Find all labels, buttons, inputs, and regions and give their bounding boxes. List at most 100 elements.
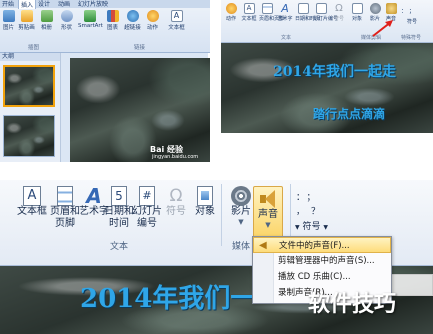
object-label: 对象 <box>351 16 362 22</box>
omega-icon: Ω <box>169 186 183 206</box>
slide-number-button[interactable]: # 幻灯片 编号 <box>132 186 162 230</box>
speaker-icon <box>385 3 397 14</box>
special-mark-comma-question[interactable]: ，？ <box>296 204 326 217</box>
ribbon: 动作 A 文本框 页眉和页脚 A 艺术字 日期和时间 幻灯片编号 Ω 符号 对象 <box>221 0 433 43</box>
ribbon: 开始 插入 设计 动画 幻灯片放映 图片 剪贴画 相册 形状 SmartArt <box>0 0 210 53</box>
textbox-label: 文本框 <box>17 206 47 217</box>
slide-canvas[interactable] <box>70 58 210 162</box>
symbol-label: 符号 <box>166 206 186 217</box>
picture-icon <box>2 10 15 22</box>
clipart-label: 剪贴画 <box>18 25 35 31</box>
object-button[interactable]: 对象 <box>192 186 218 218</box>
globe-icon <box>126 10 139 22</box>
tab-animation[interactable]: 动画 <box>58 0 70 8</box>
header-footer-label: 页眉和页脚 <box>259 16 285 22</box>
action-label: 动作 <box>225 16 236 22</box>
album-button[interactable]: 相册 <box>38 10 55 31</box>
ribbon-tabs: 开始 插入 设计 动画 幻灯片放映 <box>0 0 210 9</box>
symbol-dropdown[interactable]: 符号 <box>407 18 417 25</box>
red-arrow-annotation <box>372 20 393 37</box>
watermark-text: 软件技巧 <box>308 292 397 317</box>
slide-thumbnail-2[interactable] <box>3 115 55 157</box>
calendar-icon: 5 <box>111 186 127 206</box>
header-footer-icon <box>57 186 73 206</box>
special-marks: ： ； <box>401 8 415 15</box>
album-icon <box>40 10 53 22</box>
header-footer-button[interactable]: 页眉和页脚 <box>259 3 285 22</box>
menu-item-sound-from-file[interactable]: ◀ 文件中的声音(F)... <box>253 237 391 253</box>
group-links-label: 链接 <box>134 45 146 51</box>
clipart-button[interactable]: 剪贴画 <box>18 10 35 31</box>
datetime-button[interactable]: 日期和时间 <box>295 3 321 22</box>
object-button[interactable]: 对象 <box>349 3 365 22</box>
menu-item-play-cd[interactable]: 播放 CD 乐曲(C)... <box>253 269 391 285</box>
slide-canvas[interactable]: 2014年我们一起走 踏行点点滴滴 <box>221 43 433 133</box>
special-symbol-dropdown[interactable]: ▼ 符号 ▼ <box>295 219 328 232</box>
slide-thumbnail-1[interactable] <box>3 65 55 107</box>
film-reel-icon <box>231 186 251 206</box>
action-button[interactable]: 动作 <box>223 3 239 22</box>
symbol-button[interactable]: Ω 符号 <box>164 186 188 218</box>
textbox-button[interactable]: A 文本框 <box>168 10 185 31</box>
screenshot-panel-insert-ribbon-right: 动作 A 文本框 页眉和页脚 A 艺术字 日期和时间 幻灯片编号 Ω 符号 对象 <box>221 0 433 133</box>
shapes-button[interactable]: 形状 <box>58 10 75 31</box>
hyperlink-label: 超链接 <box>124 25 141 31</box>
sound-dropdown-arrow[interactable]: ▼ <box>254 221 282 229</box>
album-label: 相册 <box>40 25 52 31</box>
wordart-button[interactable]: A 艺术字 <box>277 3 293 22</box>
slide-number-icon <box>315 3 327 14</box>
smartart-label: SmartArt <box>78 23 103 29</box>
slide-subtitle: 踏行点点滴滴 <box>313 107 386 121</box>
textbox-button[interactable]: A 文本框 <box>241 3 257 22</box>
action-button[interactable]: 动作 <box>144 10 161 31</box>
datetime-button[interactable]: 5 日期和 时间 <box>104 186 134 230</box>
group-illustrations-label: 插图 <box>28 45 40 51</box>
omega-icon: Ω <box>335 3 343 14</box>
picture-button[interactable]: 图片 <box>0 10 17 31</box>
textbox-button[interactable]: A 文本框 <box>14 186 50 218</box>
special-mark-colon-semicolon[interactable]: ：； <box>296 190 322 203</box>
dropdown-arrow-icon: ▼ <box>323 224 329 231</box>
outline-tab[interactable]: 大纲 <box>0 53 60 61</box>
speaker-icon: ◀ <box>259 240 267 251</box>
sound-label: 声音 <box>258 209 278 220</box>
film-reel-icon <box>369 3 381 14</box>
dropdown-arrow-icon: ▼ <box>295 224 300 231</box>
smartart-button[interactable]: SmartArt <box>78 10 103 29</box>
textbox-label: 文本框 <box>168 25 185 31</box>
action-star-icon <box>225 3 237 14</box>
screenshot-panel-insert-ribbon-left: 开始 插入 设计 动画 幻灯片放映 图片 剪贴画 相册 形状 SmartArt <box>0 0 210 162</box>
datetime-label: 日期和时间 <box>295 16 321 22</box>
slide-number-button[interactable]: 幻灯片编号 <box>313 3 339 22</box>
slide-number-label: 幻灯片编号 <box>313 16 339 22</box>
symbol-label: 符号 <box>333 16 344 22</box>
shapes-label: 形状 <box>60 25 72 31</box>
tab-slideshow[interactable]: 幻灯片放映 <box>78 0 108 8</box>
group-media-label: 媒体 <box>232 242 251 252</box>
picture-label: 图片 <box>2 25 14 31</box>
tab-design[interactable]: 设计 <box>38 0 50 8</box>
menu-item-clip-organizer[interactable]: 剪辑管理器中的声音(S)... <box>253 253 391 269</box>
sound-button[interactable]: 声音 ▼ <box>253 186 283 238</box>
group-separator <box>221 184 222 246</box>
slide-number-label: 幻灯片 编号 <box>132 206 162 229</box>
movie-button[interactable]: 影片 ▼ <box>227 186 255 226</box>
symbol-button[interactable]: Ω 符号 <box>331 3 347 22</box>
hyperlink-button[interactable]: 超链接 <box>124 10 141 31</box>
tab-home[interactable]: 开始 <box>2 0 14 8</box>
wordart-icon: A <box>86 184 102 208</box>
header-footer-icon <box>261 3 273 14</box>
smartart-icon <box>84 10 96 22</box>
group-special-label: 特殊符号 <box>401 35 422 41</box>
wordart-icon: A <box>281 2 289 15</box>
calendar-icon <box>297 3 309 14</box>
object-label: 对象 <box>195 206 215 217</box>
action-star-icon <box>146 10 159 22</box>
chart-label: 图表 <box>106 25 118 31</box>
tab-insert[interactable]: 插入 <box>18 0 37 9</box>
shapes-icon <box>60 10 73 22</box>
action-label: 动作 <box>146 25 158 31</box>
movie-dropdown-arrow[interactable]: ▼ <box>227 218 255 226</box>
chart-button[interactable]: 图表 <box>104 10 121 31</box>
group-text-label: 文本 <box>110 242 129 252</box>
